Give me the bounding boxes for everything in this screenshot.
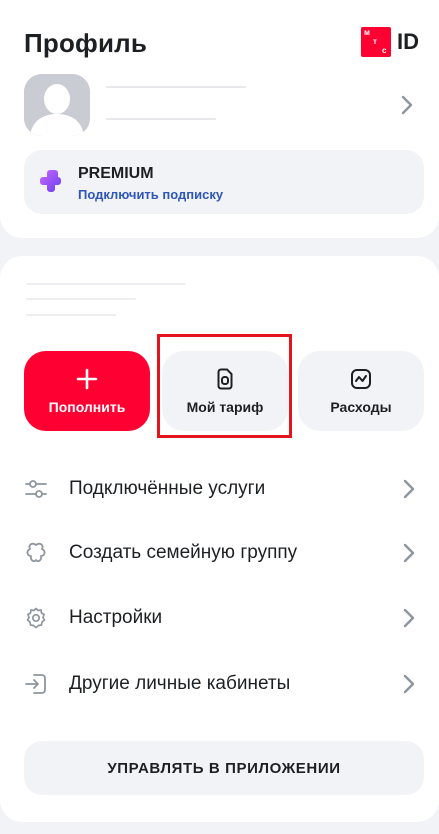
blurred-balance — [26, 283, 186, 285]
highlight-box — [157, 334, 292, 438]
family-icon — [26, 542, 46, 563]
premium-title: PREMIUM — [78, 165, 154, 182]
expenses-label: Расходы — [330, 399, 392, 415]
page-title: Профиль — [24, 28, 148, 58]
chevron-right-icon — [403, 543, 415, 563]
blurred-balance-line — [26, 314, 116, 316]
chart-icon — [351, 369, 371, 389]
avatar[interactable] — [24, 74, 90, 136]
menu-label: Создать семейную группу — [69, 542, 298, 563]
user-placeholder-icon — [24, 74, 90, 136]
blurred-balance-line — [26, 298, 136, 300]
expenses-button[interactable]: Расходы — [298, 351, 424, 431]
blurred-name — [106, 86, 246, 88]
sliders-icon — [25, 480, 47, 498]
menu-item-settings[interactable]: Настройки — [24, 596, 416, 640]
logo-text: ID — [397, 29, 419, 54]
chevron-right-icon — [403, 479, 415, 499]
menu-label: Другие личные кабинеты — [69, 673, 291, 694]
premium-subscribe-link[interactable]: Подключить подписку — [78, 187, 223, 202]
chevron-right-icon — [403, 608, 415, 628]
mts-id-logo: м т с ID — [361, 26, 419, 58]
blurred-phone — [106, 118, 216, 120]
premium-plus-icon — [40, 170, 61, 192]
menu-item-connected-services[interactable]: Подключённые услуги — [24, 467, 416, 511]
profile-chevron-icon[interactable] — [400, 94, 416, 118]
mts-logo-icon: м т с — [361, 27, 391, 57]
topup-button[interactable]: Пополнить — [24, 351, 150, 431]
chevron-right-icon — [401, 95, 413, 115]
plus-icon — [76, 368, 98, 390]
menu-label: Настройки — [69, 607, 163, 628]
topup-label: Пополнить — [48, 399, 126, 415]
menu-item-family-group[interactable]: Создать семейную группу — [24, 531, 416, 575]
login-icon — [25, 674, 46, 694]
gear-icon — [26, 607, 46, 629]
premium-banner[interactable]: PREMIUM Подключить подписку — [24, 150, 424, 214]
menu-label: Подключённые услуги — [69, 478, 266, 499]
profile-card: Профиль м т с ID PREMIUM Подключить подп… — [0, 0, 439, 238]
menu-item-other-accounts[interactable]: Другие личные кабинеты — [24, 662, 416, 706]
chevron-right-icon — [403, 674, 415, 694]
manage-in-app-button[interactable]: УПРАВЛЯТЬ В ПРИЛОЖЕНИИ — [24, 741, 424, 795]
